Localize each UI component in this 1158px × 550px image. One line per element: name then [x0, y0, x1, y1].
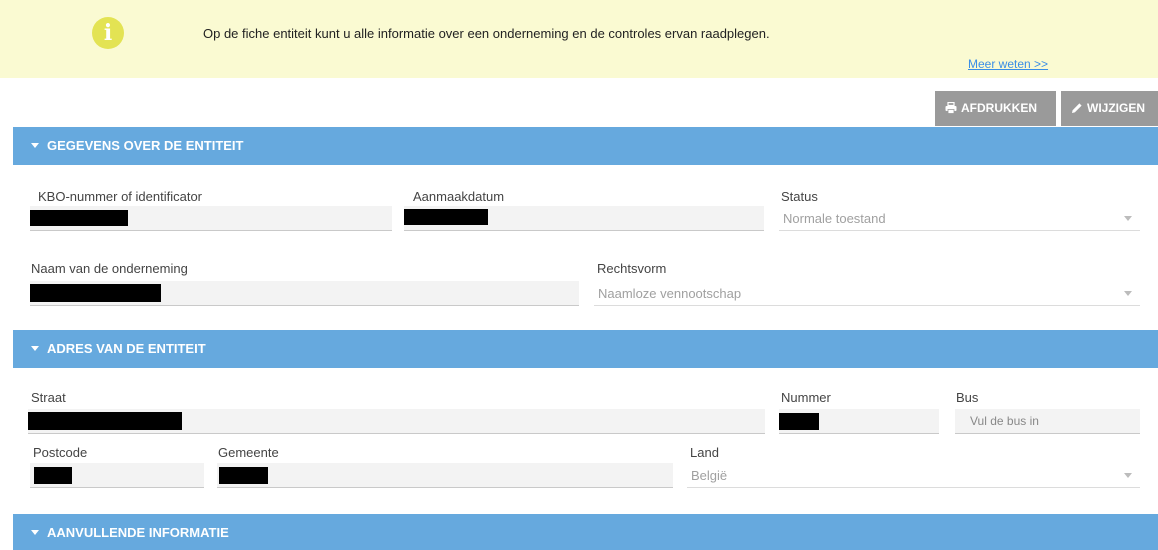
printer-icon	[945, 101, 957, 114]
chevron-down-icon	[31, 143, 39, 148]
municipality-field[interactable]	[217, 463, 673, 488]
number-label: Nummer	[781, 390, 831, 405]
country-select[interactable]: België	[687, 463, 1140, 488]
kbo-field[interactable]	[30, 206, 392, 231]
company-name-label: Naam van de onderneming	[31, 261, 188, 276]
status-value: Normale toestand	[783, 211, 886, 226]
date-field[interactable]	[404, 206, 764, 231]
learn-more-link[interactable]: Meer weten >>	[968, 57, 1048, 71]
chevron-down-icon	[1124, 216, 1132, 221]
print-button-label: AFDRUKKEN	[961, 101, 1037, 115]
info-icon: i	[92, 17, 124, 49]
kbo-label: KBO-nummer of identificator	[38, 189, 203, 204]
edit-button[interactable]: WIJZIGEN	[1061, 91, 1158, 126]
chevron-down-icon	[1124, 473, 1132, 478]
box-placeholder: Vul de bus in	[970, 414, 1039, 428]
box-field[interactable]: Vul de bus in	[955, 409, 1140, 434]
section-entity-title: GEGEVENS OVER DE ENTITEIT	[47, 138, 244, 153]
company-name-field[interactable]	[30, 281, 579, 306]
redacted-value	[30, 284, 161, 302]
section-address-header[interactable]: ADRES VAN DE ENTITEIT	[13, 330, 1158, 368]
section-extra-title: AANVULLENDE INFORMATIE	[47, 525, 229, 540]
redacted-value	[28, 412, 182, 430]
municipality-label: Gemeente	[218, 445, 279, 460]
redacted-value	[219, 467, 268, 484]
chevron-down-icon	[1124, 291, 1132, 296]
pencil-icon	[1072, 103, 1082, 113]
info-banner: i Op de fiche entiteit kunt u alle infor…	[0, 0, 1158, 78]
street-field[interactable]	[28, 409, 765, 434]
section-extra-header[interactable]: AANVULLENDE INFORMATIE	[13, 514, 1158, 550]
redacted-value	[404, 209, 488, 225]
info-message: Op de fiche entiteit kunt u alle informa…	[203, 26, 770, 41]
street-label: Straat	[31, 390, 66, 405]
redacted-value	[30, 210, 128, 226]
number-field[interactable]	[779, 409, 939, 434]
redacted-value	[34, 467, 72, 484]
status-select[interactable]: Normale toestand	[779, 206, 1140, 231]
legal-form-value: Naamloze vennootschap	[598, 286, 742, 301]
date-label: Aanmaakdatum	[413, 189, 505, 204]
country-label: Land	[690, 445, 719, 460]
legal-form-select[interactable]: Naamloze vennootschap	[594, 281, 1140, 306]
box-label: Bus	[956, 390, 979, 405]
postcode-field[interactable]	[30, 463, 204, 488]
redacted-value	[779, 413, 819, 430]
country-value: België	[691, 468, 728, 483]
section-entity-header[interactable]: GEGEVENS OVER DE ENTITEIT	[13, 127, 1158, 165]
section-address-title: ADRES VAN DE ENTITEIT	[47, 341, 206, 356]
status-label: Status	[781, 189, 818, 204]
chevron-down-icon	[31, 346, 39, 351]
print-button[interactable]: AFDRUKKEN	[935, 91, 1056, 126]
chevron-down-icon	[31, 530, 39, 535]
edit-button-label: WIJZIGEN	[1087, 101, 1146, 115]
legal-form-label: Rechtsvorm	[597, 261, 667, 276]
postcode-label: Postcode	[33, 445, 88, 460]
